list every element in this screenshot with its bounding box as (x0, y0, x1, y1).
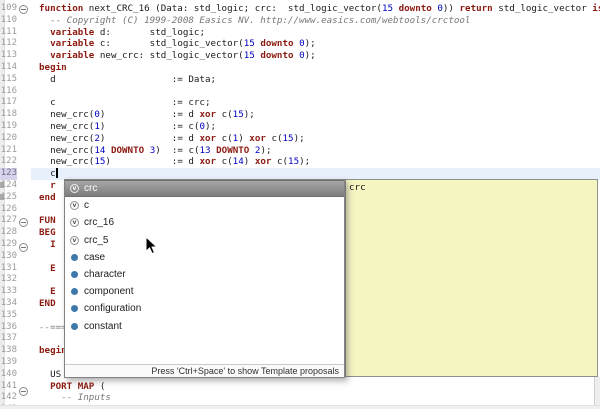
completion-item-label: component (84, 286, 134, 298)
code-line[interactable]: -- Copyright (C) 1999-2008 Easics NV. ht… (39, 15, 600, 27)
fold-collapse-icon[interactable] (19, 386, 28, 396)
keyword-icon (71, 288, 78, 296)
completion-item[interactable]: component (65, 283, 344, 300)
fold-collapse-icon[interactable] (19, 243, 28, 253)
line-number: 135 (0, 309, 17, 320)
completion-item[interactable]: v crc (65, 180, 344, 198)
completion-status-bar: Press 'Ctrl+Space' to show Template prop… (65, 364, 344, 377)
line-number: 140 (0, 368, 17, 379)
line-number: 118 (0, 109, 17, 120)
line-number: 111 (0, 26, 17, 37)
line-number: 137 (0, 333, 17, 344)
keyword-icon (71, 253, 78, 261)
code-line[interactable]: d := Data; (39, 74, 600, 86)
completion-item[interactable]: vc (65, 197, 344, 214)
fold-collapse-icon[interactable] (19, 4, 28, 14)
line-number: 109 (0, 3, 17, 13)
line-number: 141 (0, 380, 17, 391)
line-number: 110 (0, 14, 17, 25)
content-assist-popup: v crc v c v crc_16 v crc_5 case character componen… (64, 179, 345, 378)
line-number: 129 (0, 238, 17, 249)
line-number: 134 (0, 297, 17, 308)
completion-item[interactable]: v crc_16 (65, 214, 344, 231)
completion-item[interactable]: v crc_5 (65, 232, 344, 249)
code-line[interactable]: variable new_crc: std_logic_vector(15 do… (39, 50, 600, 62)
code-line[interactable]: -- Inputs (39, 392, 600, 404)
variable-icon: v (70, 218, 79, 228)
code-line[interactable]: variable d: std_logic; (39, 27, 600, 39)
completion-item-label: crc_16 (84, 217, 115, 229)
completion-list: v crc v c v crc_16 v crc_5 case character componen… (65, 180, 344, 335)
completion-item-label: c (84, 200, 89, 212)
code-line[interactable]: new_crc(1) := c(0); (39, 121, 600, 133)
line-number: 113 (0, 50, 17, 61)
variable-icon: v (70, 184, 79, 194)
code-line[interactable]: new_crc(14 DOWNTO 3) := c(13 DOWNTO 2); (39, 145, 600, 157)
code-line[interactable]: variable c: std_logic_vector(15 downto 0… (39, 38, 600, 50)
line-number: 128 (0, 227, 17, 238)
window-bottom-edge (0, 405, 600, 409)
completion-item-label: constant (84, 320, 122, 332)
line-number: 130 (0, 250, 17, 261)
code-line[interactable]: begin (39, 62, 600, 74)
completion-item-label: crc (84, 183, 98, 195)
line-number: 138 (0, 345, 17, 356)
variable-icon: v (70, 201, 79, 211)
completion-item[interactable]: configuration (65, 300, 344, 317)
line-number: 139 (0, 356, 17, 367)
completion-item[interactable]: constant (65, 318, 344, 335)
completion-tooltip: crc (345, 179, 598, 377)
code-line[interactable]: new_crc(2) := d xor c(1) xor c(15); (39, 133, 600, 145)
completion-item[interactable]: case (65, 249, 344, 266)
line-number: 123 (0, 168, 17, 180)
code-line[interactable]: new_crc(0) := d xor c(15); (39, 109, 600, 121)
line-number-gutter: 1081091101111121131141151161171181191201… (0, 0, 17, 409)
line-number: 124 (0, 179, 17, 190)
code-line[interactable]: c := crc; (39, 97, 600, 109)
code-line[interactable]: function next_CRC_16 (Data: std_logic; c… (39, 3, 600, 15)
variable-icon: v (70, 235, 79, 245)
fold-collapse-icon[interactable] (19, 218, 28, 228)
line-number: 126 (0, 203, 17, 214)
line-number: 133 (0, 286, 17, 297)
completion-item-label: configuration (84, 303, 142, 315)
completion-item-label: character (84, 269, 126, 281)
keyword-icon (71, 271, 78, 279)
line-number: 112 (0, 38, 17, 49)
line-number: 142 (0, 392, 17, 403)
line-number: 117 (0, 97, 17, 108)
line-number: 127 (0, 215, 17, 226)
line-number: 131 (0, 262, 17, 273)
vhdl-editor-window: 1081091101111121131141151161171181191201… (0, 0, 600, 409)
line-number: 125 (0, 191, 17, 202)
line-number: 116 (0, 85, 17, 96)
line-number: 136 (0, 321, 17, 332)
line-number: 114 (0, 61, 17, 72)
fold-gutter (17, 0, 31, 409)
code-line[interactable]: PORT MAP ( (39, 381, 600, 393)
keyword-icon (71, 322, 78, 330)
line-number: 132 (0, 274, 17, 285)
mouse-cursor (145, 236, 158, 255)
text-caret (56, 168, 58, 179)
code-line[interactable]: new_crc(15) := d xor c(14) xor c(15); (39, 156, 600, 168)
line-number: 115 (0, 73, 17, 84)
line-number: 121 (0, 144, 17, 155)
line-number: 119 (0, 120, 17, 131)
tooltip-text: crc (349, 182, 366, 193)
code-line[interactable] (39, 86, 600, 98)
line-number: 122 (0, 156, 17, 167)
completion-item-label: crc_5 (84, 234, 109, 246)
keyword-icon (71, 305, 78, 313)
line-number: 120 (0, 132, 17, 143)
completion-item-label: case (84, 251, 106, 263)
completion-item[interactable]: character (65, 266, 344, 283)
